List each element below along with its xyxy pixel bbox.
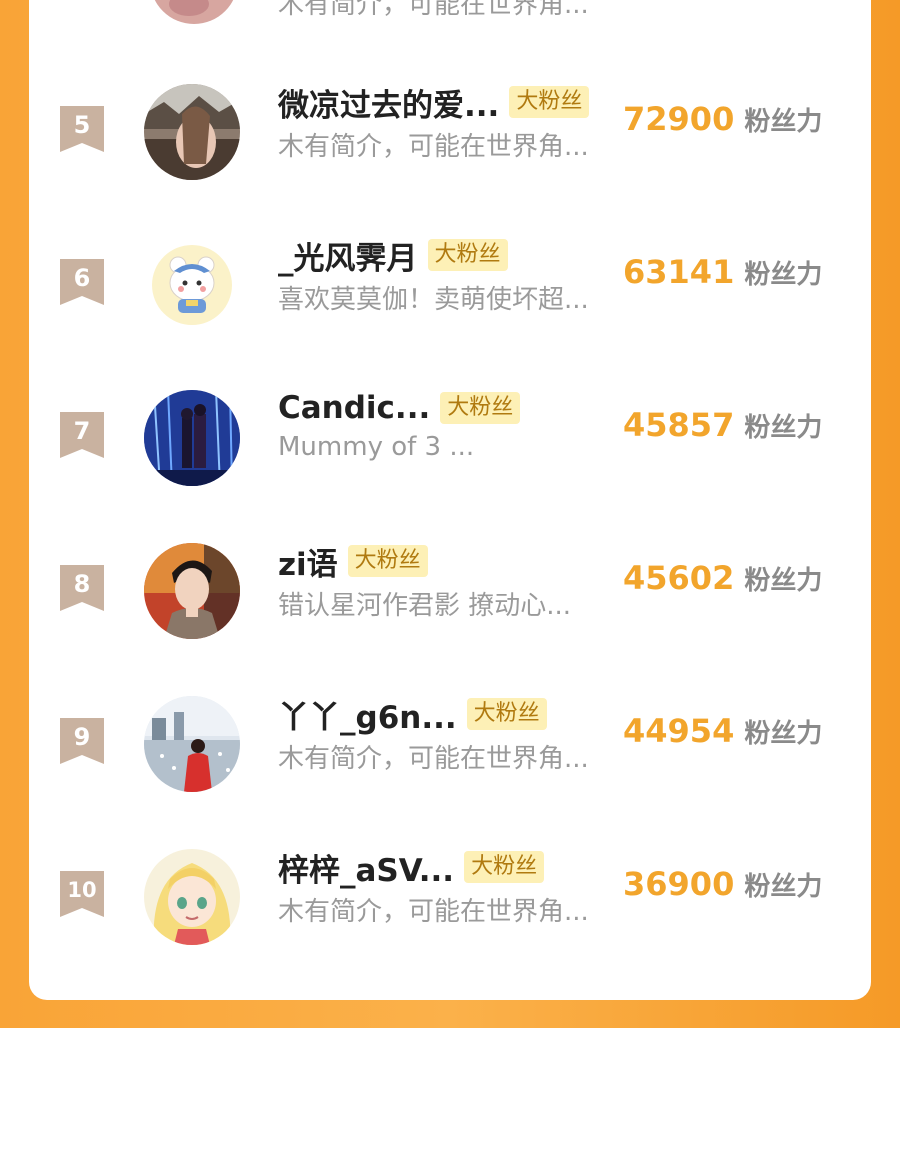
avatar[interactable] <box>144 849 240 945</box>
ranking-card: 木有简介，可能在世界角... 5 微凉过去的爱... 大粉丝 木有简介，可能在世… <box>29 0 871 1000</box>
avatar[interactable] <box>144 543 240 639</box>
fan-score: 45602 <box>623 559 735 597</box>
avatar[interactable] <box>144 390 240 486</box>
avatar[interactable] <box>149 0 239 24</box>
score-unit: 粉丝力 <box>744 719 823 749</box>
bio-text: 木有简介，可能在世界角... <box>278 132 589 162</box>
bio-text: 木有简介，可能在世界角... <box>278 897 589 927</box>
rank-number: 9 <box>73 723 91 751</box>
bio-text: 错认星河作君影 撩动心... <box>278 591 572 621</box>
user-name[interactable]: _光风霁月 <box>278 233 418 278</box>
fan-score: 36900 <box>623 865 735 903</box>
bio-text: Mummy of 3 ... <box>278 432 475 462</box>
rank-number: 6 <box>73 264 91 292</box>
fan-score: 45857 <box>623 406 735 444</box>
user-name[interactable]: Candic... <box>278 390 430 426</box>
rank-number: 8 <box>73 570 91 598</box>
fan-tag: 大粉丝 <box>466 698 547 730</box>
rank-badge: 9 <box>60 718 104 764</box>
fan-tag: 大粉丝 <box>464 851 545 883</box>
bio-text: 木有简介，可能在世界角... <box>278 744 589 774</box>
score-unit: 粉丝力 <box>744 107 823 137</box>
avatar[interactable] <box>144 696 240 792</box>
list-item[interactable]: 7 Candic... 大粉丝 Mummy of 3 ... 45857 粉丝力 <box>29 378 871 498</box>
rank-number: 7 <box>73 417 91 445</box>
user-name[interactable]: zi语 <box>278 539 338 584</box>
rank-number: 10 <box>67 878 97 902</box>
fan-score: 63141 <box>623 253 735 291</box>
fan-tag: 大粉丝 <box>509 86 590 118</box>
fan-tag: 大粉丝 <box>440 392 521 424</box>
rank-badge: 10 <box>60 871 104 917</box>
rank-badge: 5 <box>60 106 104 152</box>
score-unit: 粉丝力 <box>744 566 823 596</box>
user-name[interactable]: 梓梓_aSV... <box>278 845 454 890</box>
fan-tag: 大粉丝 <box>347 545 428 577</box>
score-unit: 粉丝力 <box>744 260 823 290</box>
fan-score: 72900 <box>623 100 735 138</box>
user-name[interactable]: 丫丫_g6n... <box>278 692 457 737</box>
list-item[interactable]: 6 _光风霁月 大粉丝 喜欢莫莫伽！卖萌使坏超... 63141 粉丝力 <box>29 225 871 345</box>
user-name[interactable]: 微凉过去的爱... <box>278 80 499 125</box>
score-unit: 粉丝力 <box>744 413 823 443</box>
list-item[interactable]: 10 梓梓_aSV... 大粉丝 木有简介，可能在世界角... 36900 粉丝… <box>29 837 871 957</box>
fan-score: 44954 <box>623 712 735 750</box>
avatar[interactable] <box>144 237 240 333</box>
score-unit: 粉丝力 <box>744 872 823 902</box>
rank-number: 5 <box>73 111 91 139</box>
rank-badge: 6 <box>60 259 104 305</box>
avatar[interactable] <box>144 84 240 180</box>
rank-badge: 8 <box>60 565 104 611</box>
list-item[interactable]: 5 微凉过去的爱... 大粉丝 木有简介，可能在世界角... 72900 粉丝力 <box>29 72 871 192</box>
rank-badge: 7 <box>60 412 104 458</box>
list-item[interactable]: 9 丫丫_g6n... 大粉丝 木有简介，可能在世界角... 44954 粉丝力 <box>29 684 871 804</box>
fan-tag: 大粉丝 <box>427 239 508 271</box>
bio-text: 喜欢莫莫伽！卖萌使坏超... <box>278 285 589 315</box>
bio-text: 木有简介，可能在世界角... <box>278 0 589 18</box>
list-item[interactable]: 8 zi语 大粉丝 错认星河作君影 撩动心... 45602 粉丝力 <box>29 531 871 651</box>
